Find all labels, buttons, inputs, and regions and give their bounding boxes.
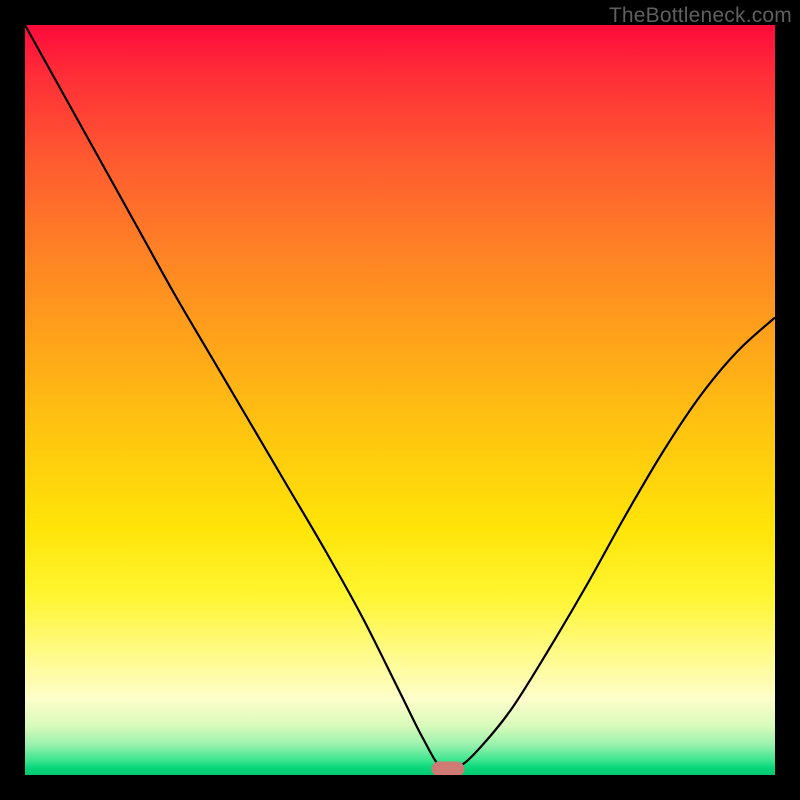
plot-area <box>25 25 775 775</box>
bottleneck-curve <box>25 25 775 775</box>
chart-stage: TheBottleneck.com <box>0 0 800 800</box>
optimal-marker <box>432 762 465 776</box>
curve-path <box>25 25 775 770</box>
